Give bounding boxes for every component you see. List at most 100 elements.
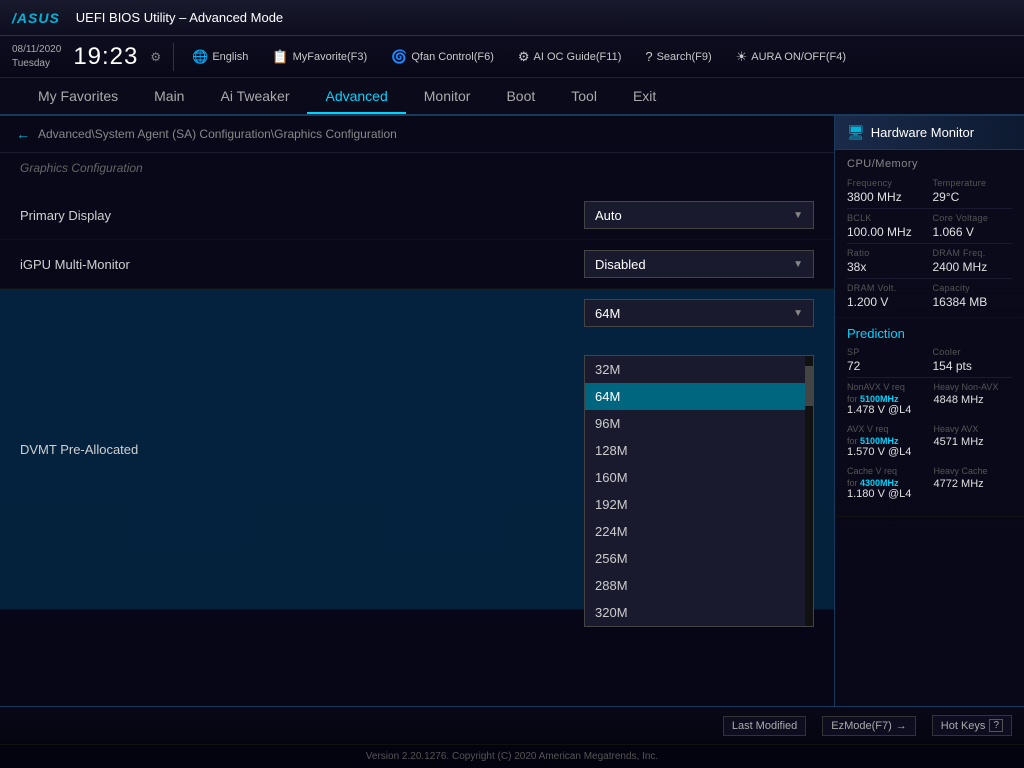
nav-exit[interactable]: Exit xyxy=(615,80,674,114)
ez-mode-button[interactable]: EzMode(F7) → xyxy=(822,716,916,736)
igpu-multi-monitor-selected: Disabled xyxy=(595,257,646,272)
cooler-value: 154 pts xyxy=(933,359,1013,373)
ratio-value: 38x xyxy=(847,260,927,274)
frequency-value: 3800 MHz xyxy=(847,190,927,204)
nonavx-sub: for 5100MHz xyxy=(847,394,926,404)
dram-freq-label: DRAM Freq. xyxy=(933,248,1013,258)
ratio-item: Ratio 38x xyxy=(847,248,927,274)
nav-bar: My Favorites Main Ai Tweaker Advanced Mo… xyxy=(0,78,1024,116)
settings-area: Primary Display Auto ▼ iGPU Multi-Monito… xyxy=(0,183,834,706)
dvmt-option-320m[interactable]: 320M xyxy=(585,599,813,626)
temperature-value: 29°C xyxy=(933,190,1013,204)
heavy-nonavx-header: Heavy Non-AVX xyxy=(934,382,1013,392)
dvmt-option-192m[interactable]: 192M xyxy=(585,491,813,518)
back-button[interactable]: ← xyxy=(16,126,30,142)
version-bar: Version 2.20.1276. Copyright (C) 2020 Am… xyxy=(0,744,1024,768)
pred-cache-row: Cache V req for 4300MHz 1.180 V @L4 Heav… xyxy=(847,466,1012,500)
divider xyxy=(847,377,1012,378)
dvmt-option-96m[interactable]: 96M xyxy=(585,410,813,437)
separator xyxy=(173,43,174,71)
nav-advanced[interactable]: Advanced xyxy=(307,80,405,114)
aioc-icon: ⚙ xyxy=(518,49,530,65)
dram-volt-grid: DRAM Volt. 1.200 V Capacity 16384 MB xyxy=(847,283,1012,309)
ratio-label: Ratio xyxy=(847,248,927,258)
day: Tuesday xyxy=(12,57,61,71)
bottom-bar: Last Modified EzMode(F7) → Hot Keys ? xyxy=(0,706,1024,744)
pred-avx-row: AVX V req for 5100MHz 1.570 V @L4 Heavy … xyxy=(847,424,1012,458)
primary-display-value: Auto ▼ xyxy=(584,201,814,229)
date-block: 08/11/2020 Tuesday xyxy=(12,43,61,71)
search-tool[interactable]: ? Search(F9) xyxy=(639,47,717,66)
temperature-label: Temperature xyxy=(933,178,1013,188)
dvmt-option-256m[interactable]: 256M xyxy=(585,545,813,572)
sp-item: SP 72 xyxy=(847,347,927,373)
avx-freq: 5100MHz xyxy=(860,436,899,446)
igpu-multi-monitor-dropdown[interactable]: Disabled ▼ xyxy=(584,250,814,278)
dvmt-option-64m[interactable]: 64M xyxy=(585,383,813,410)
scrollbar-thumb xyxy=(805,366,813,406)
dvmt-option-160m[interactable]: 160M xyxy=(585,464,813,491)
dvmt-dropdown-menu: 32M 64M 96M 128M 160M 192M 224M 256M 288… xyxy=(584,355,814,627)
hot-keys-icon: ? xyxy=(989,719,1003,732)
nav-monitor[interactable]: Monitor xyxy=(406,80,489,114)
cache-sub: for 4300MHz xyxy=(847,478,926,488)
dvmt-option-288m[interactable]: 288M xyxy=(585,572,813,599)
dram-volt-value: 1.200 V xyxy=(847,295,927,309)
bclk-grid: BCLK 100.00 MHz Core Voltage 1.066 V xyxy=(847,213,1012,239)
nav-ai-tweaker[interactable]: Ai Tweaker xyxy=(202,80,307,114)
prediction-title: Prediction xyxy=(847,326,1012,341)
nonavx-freq: 5100MHz xyxy=(860,394,899,404)
cpu-memory-section: CPU/Memory Frequency 3800 MHz Temperatur… xyxy=(835,150,1024,318)
dvmt-option-128m[interactable]: 128M xyxy=(585,437,813,464)
primary-display-dropdown[interactable]: Auto ▼ xyxy=(584,201,814,229)
nav-main[interactable]: Main xyxy=(136,80,202,114)
sp-label: SP xyxy=(847,347,927,357)
date: 08/11/2020 xyxy=(12,43,61,57)
qfan-tool[interactable]: 🌀 Qfan Control(F6) xyxy=(385,47,500,67)
myfavorite-label: MyFavorite(F3) xyxy=(293,51,368,63)
nav-tool[interactable]: Tool xyxy=(553,80,615,114)
last-modified-button[interactable]: Last Modified xyxy=(723,716,806,736)
dvmt-pre-allocated-dropdown[interactable]: 64M ▼ xyxy=(584,299,814,327)
cooler-item: Cooler 154 pts xyxy=(933,347,1013,373)
left-panel: ← Advanced\System Agent (SA) Configurati… xyxy=(0,116,834,706)
clock-settings-icon[interactable]: ⚙ xyxy=(150,50,161,64)
aura-tool[interactable]: ☀ AURA ON/OFF(F4) xyxy=(730,47,852,67)
breadcrumb-bar: ← Advanced\System Agent (SA) Configurati… xyxy=(0,116,834,153)
english-tool[interactable]: 🌐 English xyxy=(186,47,254,67)
nav-my-favorites[interactable]: My Favorites xyxy=(20,80,136,114)
sp-cooler-grid: SP 72 Cooler 154 pts xyxy=(847,347,1012,373)
cache-header: Cache V req xyxy=(847,466,926,476)
heavy-avx-header: Heavy AVX xyxy=(934,424,1013,434)
dropdown-arrow-icon: ▼ xyxy=(793,259,803,270)
dropdown-scrollbar[interactable] xyxy=(805,356,813,626)
primary-display-label: Primary Display xyxy=(20,208,584,223)
primary-display-selected: Auto xyxy=(595,208,622,223)
qfan-icon: 🌀 xyxy=(391,49,407,65)
monitor-icon: 🖥 xyxy=(847,124,865,141)
dvmt-pre-allocated-value: 64M ▼ 32M 64M 96M 128M 160M 192M 224M xyxy=(584,299,814,599)
ratio-grid: Ratio 38x DRAM Freq. 2400 MHz xyxy=(847,248,1012,274)
capacity-item: Capacity 16384 MB xyxy=(933,283,1013,309)
cache-val: 1.180 V @L4 xyxy=(847,488,926,500)
heavy-avx-val: 4571 MHz xyxy=(934,436,1013,448)
qfan-label: Qfan Control(F6) xyxy=(411,51,494,63)
top-bar: /ASUS UEFI BIOS Utility – Advanced Mode xyxy=(0,0,1024,36)
primary-display-row: Primary Display Auto ▼ xyxy=(0,191,834,240)
section-title: Graphics Configuration xyxy=(0,153,834,183)
clock-time: 19:23 xyxy=(73,43,138,71)
myfavorite-tool[interactable]: 📋 MyFavorite(F3) xyxy=(266,47,373,67)
frequency-label: Frequency xyxy=(847,178,927,188)
hw-monitor-title: 🖥 Hardware Monitor xyxy=(835,116,1024,150)
nav-boot[interactable]: Boot xyxy=(488,80,553,114)
capacity-label: Capacity xyxy=(933,283,1013,293)
divider xyxy=(847,243,1012,244)
ez-mode-label: EzMode(F7) xyxy=(831,720,892,732)
hot-keys-button[interactable]: Hot Keys ? xyxy=(932,715,1012,736)
right-panel: 🖥 Hardware Monitor CPU/Memory Frequency … xyxy=(834,116,1024,706)
dvmt-option-32m[interactable]: 32M xyxy=(585,356,813,383)
divider xyxy=(847,278,1012,279)
igpu-multi-monitor-row: iGPU Multi-Monitor Disabled ▼ xyxy=(0,240,834,289)
aioc-tool[interactable]: ⚙ AI OC Guide(F11) xyxy=(512,47,627,67)
dvmt-option-224m[interactable]: 224M xyxy=(585,518,813,545)
